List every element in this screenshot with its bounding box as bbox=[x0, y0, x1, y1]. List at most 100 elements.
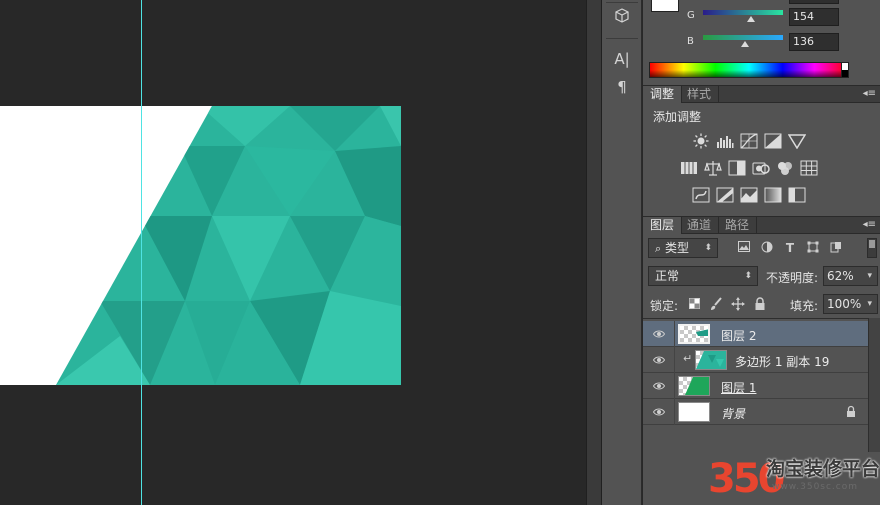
blend-mode-dropdown[interactable]: 正常 ⬍ bbox=[648, 266, 758, 286]
lock-transparent-pixels-icon[interactable] bbox=[687, 298, 701, 312]
photo-filter-icon[interactable] bbox=[752, 160, 770, 176]
layer-thumbnail[interactable] bbox=[695, 350, 727, 370]
teal-polygon-artwork bbox=[56, 106, 401, 385]
color-lookup-icon[interactable] bbox=[800, 160, 818, 176]
layer-row-layer-2[interactable]: 图层 2 bbox=[643, 321, 868, 347]
opacity-label: 不透明度: bbox=[766, 271, 819, 285]
panel-menu-icon[interactable]: ◂≡ bbox=[863, 88, 876, 99]
watermark-text: 淘宝装修平台 bbox=[766, 458, 880, 480]
watermark-url: www.350sc.com bbox=[772, 482, 859, 492]
dropdown-arrow-icon: ⬍ bbox=[704, 243, 712, 253]
g-slider-track[interactable] bbox=[703, 10, 783, 15]
invert-icon[interactable] bbox=[692, 187, 710, 203]
chevron-down-icon[interactable]: ▾ bbox=[867, 295, 872, 313]
collapsed-panel-strip: A| ¶ bbox=[602, 0, 642, 505]
filter-type-label: 类型 bbox=[665, 241, 690, 255]
b-slider-label: B bbox=[687, 36, 694, 47]
b-slider-thumb[interactable] bbox=[741, 41, 749, 47]
fill-field[interactable]: 100% ▾ bbox=[823, 294, 878, 314]
type-layer-filter-icon[interactable]: T bbox=[783, 241, 797, 255]
filter-toggle[interactable] bbox=[867, 238, 877, 258]
black-white-swatch[interactable] bbox=[841, 62, 849, 78]
foreground-color-swatch[interactable] bbox=[651, 0, 679, 12]
fill-value: 100% bbox=[827, 297, 862, 311]
selective-color-icon[interactable] bbox=[788, 187, 806, 203]
tab-paths[interactable]: 路径 bbox=[718, 217, 758, 234]
watermark: 350 淘宝装修平台 www.350sc.com bbox=[708, 448, 880, 505]
opacity-field[interactable]: 62% ▾ bbox=[823, 266, 878, 286]
eye-icon[interactable] bbox=[653, 354, 665, 366]
levels-icon[interactable] bbox=[716, 133, 734, 149]
layer-thumbnail[interactable] bbox=[678, 376, 710, 396]
layer-name[interactable]: 背景 bbox=[721, 405, 745, 422]
black-white-icon[interactable] bbox=[728, 160, 746, 176]
chevron-down-icon[interactable]: ▾ bbox=[867, 267, 872, 285]
layer-row-polygon-copy-19[interactable]: ↵ 多边形 1 副本 19 bbox=[643, 347, 868, 373]
blend-mode-value: 正常 bbox=[655, 269, 680, 283]
lock-image-pixels-icon[interactable] bbox=[709, 297, 723, 311]
gradient-map-icon[interactable] bbox=[764, 187, 782, 203]
vibrance-icon[interactable] bbox=[787, 133, 807, 150]
opacity-value: 62% bbox=[827, 269, 854, 283]
canvas-area[interactable] bbox=[0, 0, 586, 505]
tab-layers[interactable]: 图层 bbox=[643, 217, 683, 234]
pixel-layer-filter-icon[interactable] bbox=[737, 241, 751, 255]
layer-filter-dropdown[interactable]: ⌕ 类型 ⬍ bbox=[648, 238, 718, 258]
color-panel: G 154 B 136 bbox=[643, 0, 880, 84]
lock-label: 锁定: bbox=[650, 299, 679, 313]
adjustment-layer-filter-icon[interactable] bbox=[760, 241, 774, 255]
b-value-field[interactable]: 136 bbox=[789, 33, 839, 51]
layers-scrollbar[interactable] bbox=[868, 318, 880, 452]
layer-name[interactable]: 图层 2 bbox=[721, 327, 756, 344]
shape-layer-filter-icon[interactable] bbox=[806, 241, 820, 255]
exposure-icon[interactable] bbox=[764, 133, 782, 149]
g-value-field[interactable]: 154 bbox=[789, 8, 839, 26]
g-slider-label: G bbox=[687, 10, 695, 21]
strip-separator bbox=[606, 2, 638, 3]
lock-all-icon[interactable] bbox=[753, 297, 767, 311]
layers-panel-header: 图层 通道 路径 ◂≡ bbox=[643, 216, 880, 234]
brightness-contrast-icon[interactable] bbox=[692, 133, 710, 149]
adjustments-panel-header: 调整 样式 ◂≡ bbox=[643, 85, 880, 103]
panel-divider-strip[interactable] bbox=[586, 0, 602, 505]
panel-menu-icon[interactable]: ◂≡ bbox=[863, 219, 876, 230]
layer-thumbnail[interactable] bbox=[678, 324, 710, 344]
eye-icon[interactable] bbox=[653, 406, 665, 418]
layer-row-background[interactable]: 背景 bbox=[643, 399, 868, 425]
character-icon[interactable]: A| bbox=[610, 48, 634, 70]
threshold-icon[interactable] bbox=[740, 187, 758, 203]
layer-thumbnail[interactable] bbox=[678, 402, 710, 422]
hue-saturation-icon[interactable] bbox=[680, 160, 698, 176]
clipping-mask-icon: ↵ bbox=[683, 352, 693, 365]
dropdown-arrow-icon: ⬍ bbox=[744, 271, 752, 281]
eye-icon[interactable] bbox=[653, 328, 665, 340]
b-slider-track[interactable] bbox=[703, 35, 783, 40]
document-canvas[interactable] bbox=[0, 106, 401, 385]
right-panels: G 154 B 136 调整 样式 ◂≡ 添加调整 图层 通道 路径 ◂≡ ⌕ … bbox=[643, 0, 880, 505]
layers-list: 图层 2 ↵ 多边形 1 副本 19 图层 1 背景 bbox=[643, 318, 868, 452]
tab-channels[interactable]: 通道 bbox=[680, 217, 720, 234]
vertical-guide-line[interactable] bbox=[141, 0, 142, 505]
add-adjustment-title: 添加调整 bbox=[653, 110, 702, 124]
search-icon: ⌕ bbox=[655, 242, 662, 255]
lock-position-icon[interactable] bbox=[731, 297, 745, 311]
color-spectrum-bar[interactable] bbox=[649, 62, 849, 78]
3d-cube-icon[interactable] bbox=[610, 5, 634, 27]
posterize-icon[interactable] bbox=[716, 187, 734, 203]
color-balance-icon[interactable] bbox=[704, 160, 722, 176]
tab-styles[interactable]: 样式 bbox=[680, 86, 720, 103]
g-slider-thumb[interactable] bbox=[747, 16, 755, 22]
lock-icon bbox=[847, 405, 855, 417]
r-value-field[interactable] bbox=[789, 0, 839, 4]
strip-separator bbox=[606, 38, 638, 39]
fill-label: 填充: bbox=[790, 299, 819, 313]
layer-name[interactable]: 多边形 1 副本 19 bbox=[735, 353, 829, 370]
layer-row-layer-1[interactable]: 图层 1 bbox=[643, 373, 868, 399]
layer-name[interactable]: 图层 1 bbox=[721, 379, 756, 396]
curves-icon[interactable] bbox=[740, 133, 758, 149]
smart-object-filter-icon[interactable] bbox=[829, 241, 843, 255]
eye-icon[interactable] bbox=[653, 380, 665, 392]
channel-mixer-icon[interactable] bbox=[776, 160, 794, 176]
paragraph-icon[interactable]: ¶ bbox=[610, 76, 634, 98]
tab-adjustments[interactable]: 调整 bbox=[643, 86, 683, 103]
